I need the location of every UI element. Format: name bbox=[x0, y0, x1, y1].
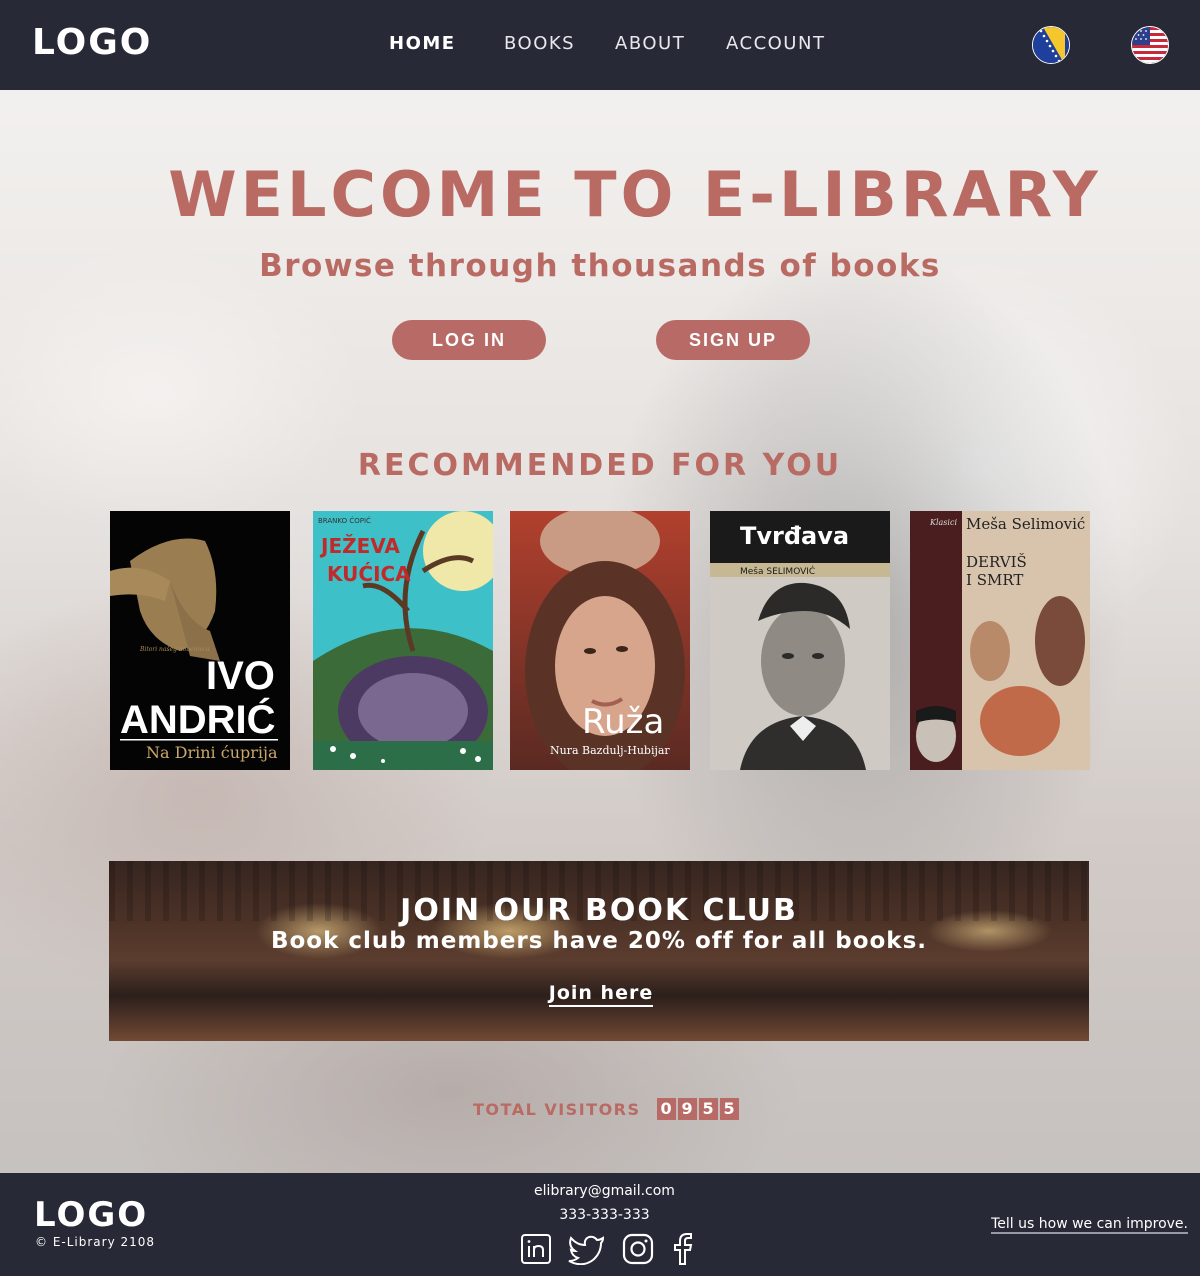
book4-title: Tvrđava bbox=[740, 522, 849, 550]
visitor-digit: 5 bbox=[719, 1098, 739, 1120]
club-subtitle: Book club members have 20% off for all b… bbox=[270, 928, 928, 954]
book-cover-dervis-i-smrt[interactable]: Klasici Meša Selimović DERVIŠ I SMRT bbox=[910, 511, 1090, 770]
join-club-link-label[interactable]: Join here bbox=[548, 982, 654, 1007]
book3-author: Nura Bazdulj-Hubijar bbox=[550, 744, 670, 757]
nav-about[interactable]: ABOUT bbox=[615, 33, 685, 54]
book-cover-ruza[interactable]: Ruža Nura Bazdulj-Hubijar bbox=[510, 511, 690, 770]
login-button[interactable]: LOG IN bbox=[392, 320, 546, 360]
social-links bbox=[520, 1233, 694, 1269]
book2-title-line1: JEŽEVA bbox=[319, 534, 400, 558]
join-club-link[interactable]: Join here bbox=[109, 982, 1089, 1007]
nav-home[interactable]: HOME bbox=[389, 33, 456, 54]
usa-flag-icon[interactable] bbox=[1131, 26, 1169, 64]
book3-title: Ruža bbox=[582, 702, 664, 742]
facebook-icon[interactable] bbox=[670, 1233, 694, 1269]
header: LOGO HOME BOOKS ABOUT ACCOUNT bbox=[0, 0, 1200, 90]
footer-email[interactable]: elibrary@gmail.com bbox=[0, 1183, 1200, 1199]
book5-title-line2: I SMRT bbox=[966, 571, 1023, 589]
visitor-counter: TOTAL VISITORS 0 9 5 5 bbox=[473, 1098, 741, 1120]
book1-top-text: Bitori našeg nobelovca bbox=[139, 646, 210, 653]
book-cover-tvrdava[interactable]: Tvrđava Meša SELIMOVIĆ bbox=[710, 511, 890, 770]
hero-title: WELCOME TO E-LIBRARY bbox=[168, 158, 1102, 231]
recommended-title: RECOMMENDED FOR YOU bbox=[357, 448, 843, 483]
book1-title-line2: ANDRIĆ bbox=[120, 696, 276, 742]
visitor-digit: 9 bbox=[677, 1098, 697, 1120]
linkedin-icon[interactable] bbox=[520, 1233, 552, 1269]
feedback-link[interactable]: Tell us how we can improve. bbox=[991, 1216, 1188, 1234]
bosnia-flag-icon[interactable] bbox=[1032, 26, 1070, 64]
visitors-label: TOTAL VISITORS bbox=[473, 1099, 641, 1119]
logo[interactable]: LOGO bbox=[32, 22, 152, 63]
book5-author: Meša Selimović bbox=[966, 515, 1085, 533]
hero-subtitle: Browse through thousands of books bbox=[259, 248, 941, 284]
instagram-icon[interactable] bbox=[622, 1233, 654, 1269]
book-cover-jezeva-kucica[interactable]: BRANKO ĆOPIĆ JEŽEVA KUĆICA bbox=[313, 511, 493, 770]
book1-title-line1: IVO bbox=[206, 654, 275, 698]
twitter-icon[interactable] bbox=[568, 1233, 606, 1269]
book4-author: Meša SELIMOVIĆ bbox=[740, 565, 815, 577]
book2-title-line2: KUĆICA bbox=[327, 562, 411, 586]
visitor-digit: 0 bbox=[656, 1098, 676, 1120]
nav-account[interactable]: ACCOUNT bbox=[726, 33, 825, 54]
book1-subtitle: Na Drini ćuprija bbox=[146, 743, 278, 762]
footer-copyright: © E-Library 2108 bbox=[35, 1235, 156, 1249]
book5-series: Klasici bbox=[929, 518, 957, 527]
club-title: JOIN OUR BOOK CLUB bbox=[400, 893, 798, 928]
nav-books[interactable]: BOOKS bbox=[504, 33, 575, 54]
visitor-digit: 5 bbox=[698, 1098, 718, 1120]
book2-author: BRANKO ĆOPIĆ bbox=[318, 516, 371, 525]
signup-button[interactable]: SIGN UP bbox=[656, 320, 810, 360]
book5-title-line1: DERVIŠ bbox=[966, 553, 1027, 571]
footer: LOGO © E-Library 2108 elibrary@gmail.com… bbox=[0, 1173, 1200, 1276]
book-cover-na-drini-cuprija[interactable]: Bitori našeg nobelovca IVO ANDRIĆ Na Dri… bbox=[110, 511, 290, 770]
book-club-banner: JOIN OUR BOOK CLUB Book club members hav… bbox=[109, 861, 1089, 1041]
